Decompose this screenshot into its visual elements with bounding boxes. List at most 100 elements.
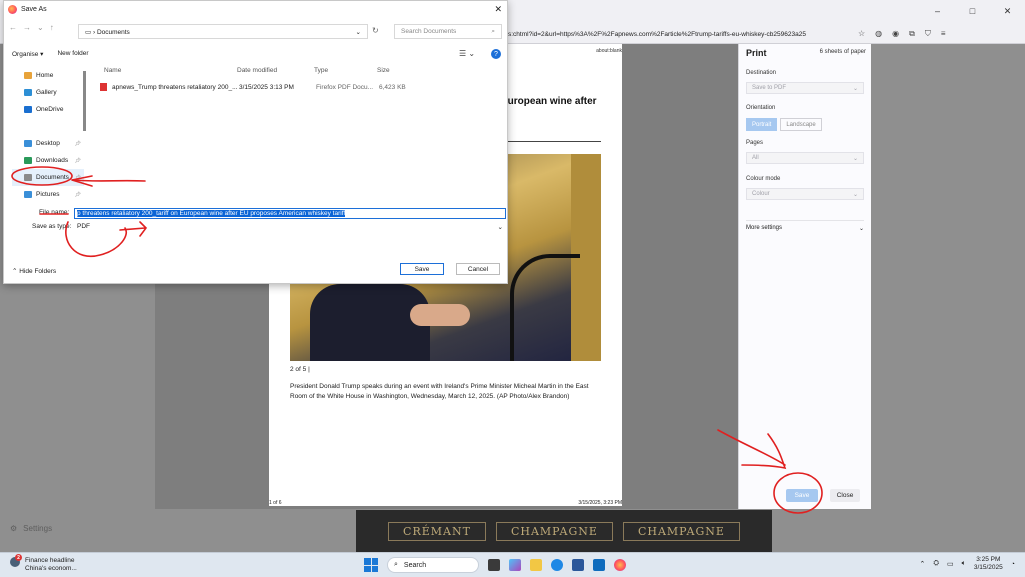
column-type[interactable]: Type [314, 67, 377, 74]
sidebar-item-label: Documents [36, 174, 69, 181]
column-date[interactable]: Date modified [237, 67, 314, 74]
sidebar-item-label: OneDrive [36, 106, 64, 113]
shield-icon[interactable]: ⛉ [925, 29, 931, 39]
refresh-icon[interactable]: ↻ [372, 26, 379, 35]
pictures-icon [24, 191, 32, 198]
pin-icon[interactable]: 📌︎ [75, 141, 81, 147]
minimize-button[interactable]: – [920, 0, 955, 22]
task-view-icon[interactable] [488, 559, 500, 571]
dialog-toolbar: Organise ▾ New folder [12, 50, 89, 58]
sidebar-item-downloads[interactable]: Downloads 📌︎ [12, 152, 84, 169]
column-name[interactable]: Name [104, 67, 237, 74]
sidebar-item-home[interactable]: Home [12, 67, 84, 84]
landscape-button[interactable]: Landscape [780, 118, 822, 131]
file-name-input[interactable]: p threatens retaliatory 200_tariff on Eu… [74, 208, 506, 219]
url-text[interactable]: s:chtml?id=2&url=https%3A%2F%2Fapnews.co… [508, 31, 848, 38]
save-type-label: Save as type: [32, 223, 72, 230]
back-icon[interactable]: ← [9, 23, 17, 32]
documents-icon [24, 174, 32, 181]
clock[interactable]: 3:25 PM 3/15/2025 [974, 556, 1003, 572]
taskbar-apps: ⌕ Search [364, 557, 626, 573]
menu-icon[interactable]: ≡ [941, 29, 946, 39]
portrait-button[interactable]: Portrait [746, 118, 778, 131]
edge-icon[interactable] [551, 559, 563, 571]
news-icon: 2 [10, 554, 22, 567]
notification-bell-icon[interactable]: ◔ [1011, 561, 1015, 568]
more-settings-toggle[interactable]: More settings ⌄ [746, 220, 864, 232]
maximize-button[interactable]: □ [955, 0, 990, 22]
firefox-taskbar-icon[interactable] [614, 559, 626, 571]
firefox-icon [8, 5, 17, 14]
navigation-pane: Home Gallery OneDrive Desktop 📌︎ Downloads 📌︎ D… [12, 67, 84, 202]
destination-label: Destination [746, 70, 777, 76]
sidebar-item-desktop[interactable]: Desktop 📌︎ [12, 135, 84, 152]
taskbar-search[interactable]: ⌕ Search [387, 557, 479, 573]
up-icon[interactable]: ↑ [50, 23, 54, 32]
save-type-select[interactable]: PDF ⌄ [74, 222, 506, 233]
sidebar-item-pictures[interactable]: Pictures 📌︎ [12, 186, 84, 203]
dialog-title: Save As [21, 6, 47, 13]
path-bar[interactable]: ▭ › Documents ⌄ [78, 24, 368, 39]
account-icon[interactable]: ◉ [892, 29, 899, 39]
windows-start-icon[interactable] [364, 558, 378, 572]
background-image-strip: CRÉMANT CHAMPAGNE CHAMPAGNE [356, 510, 772, 552]
column-headers: Name Date modified Type Size [104, 67, 417, 74]
file-explorer-icon[interactable] [530, 559, 542, 571]
colour-mode-select[interactable]: Colour ⌄ [746, 188, 864, 200]
photo-counter: 2 of 5 | [290, 366, 310, 373]
sidebar-item-documents[interactable]: Documents 📌︎ [12, 169, 84, 186]
file-row[interactable]: apnews_Trump threatens retaliatory 200_.… [100, 81, 420, 93]
pin-icon[interactable]: 📌︎ [75, 175, 81, 181]
sidebar-item-label: Gallery [36, 89, 57, 96]
file-type: Firefox PDF Docu... [316, 83, 374, 91]
help-icon[interactable]: ? [491, 49, 501, 59]
sidebar-item-gallery[interactable]: Gallery [12, 84, 84, 101]
colour-mode-label: Colour mode [746, 176, 781, 182]
file-name-label: File name: [39, 209, 70, 216]
page-footer-date: 3/15/2025, 3:23 PM [578, 500, 622, 506]
print-close-button[interactable]: Close [830, 489, 860, 502]
sidebar-item-onedrive[interactable]: OneDrive [12, 101, 84, 118]
view-options-icon[interactable]: ☰ ⌄ [459, 49, 475, 58]
forward-icon[interactable]: → [23, 23, 31, 32]
orientation-label: Orientation [746, 105, 776, 111]
print-save-button[interactable]: Save [786, 489, 818, 502]
network-icon[interactable]: ⛭ [933, 560, 939, 568]
article-headline: European wine after [501, 96, 597, 107]
scrollbar[interactable] [83, 71, 86, 131]
search-box[interactable]: Search Documents ⌕ [394, 24, 502, 39]
new-folder-button[interactable]: New folder [57, 50, 88, 58]
address-bar[interactable]: s:chtml?id=2&url=https%3A%2F%2Fapnews.co… [508, 26, 1025, 42]
column-size[interactable]: Size [377, 67, 417, 74]
bookmark-star-icon[interactable]: ☆ [858, 29, 865, 39]
organise-button[interactable]: Organise ▾ [12, 50, 43, 58]
photo-caption: President Donald Trump speaks during an … [290, 383, 589, 400]
cancel-button[interactable]: Cancel [456, 263, 500, 275]
pin-icon[interactable]: 📌︎ [75, 192, 81, 198]
tray-chevron-icon[interactable]: ⌃ [920, 560, 926, 568]
pin-icon[interactable]: 📌︎ [75, 158, 81, 164]
extensions-icon[interactable]: ⧉ [909, 29, 915, 39]
copilot-icon[interactable] [509, 559, 521, 571]
pdf-icon [100, 83, 107, 91]
search-icon: ⌕ [491, 28, 495, 35]
pages-select[interactable]: All ⌄ [746, 152, 864, 164]
settings-link[interactable]: ⚙ Settings [10, 524, 52, 533]
display-icon[interactable]: ▭ [947, 560, 954, 568]
print-title: Print [746, 48, 767, 58]
hide-folders-toggle[interactable]: ⌃ Hide Folders [12, 267, 56, 275]
store-icon[interactable] [572, 559, 584, 571]
save-button[interactable]: Save [400, 263, 444, 275]
volume-icon[interactable]: 🔈︎ [962, 560, 966, 568]
close-window-button[interactable]: ✕ [990, 0, 1025, 22]
outlook-icon[interactable] [593, 559, 605, 571]
pocket-icon[interactable]: ◍ [875, 29, 882, 39]
recent-icon[interactable]: ⌄ [37, 23, 44, 32]
close-icon[interactable]: ✕ [494, 4, 502, 15]
news-widget[interactable]: 2 Finance headline China's econom... [10, 554, 77, 573]
print-settings-panel: Print 6 sheets of paper Destination Save… [738, 44, 871, 509]
search-icon: ⌕ [394, 561, 398, 568]
destination-select[interactable]: Save to PDF ⌄ [746, 82, 864, 94]
sidebar-item-label: Home [36, 72, 54, 79]
gallery-icon [24, 89, 32, 96]
